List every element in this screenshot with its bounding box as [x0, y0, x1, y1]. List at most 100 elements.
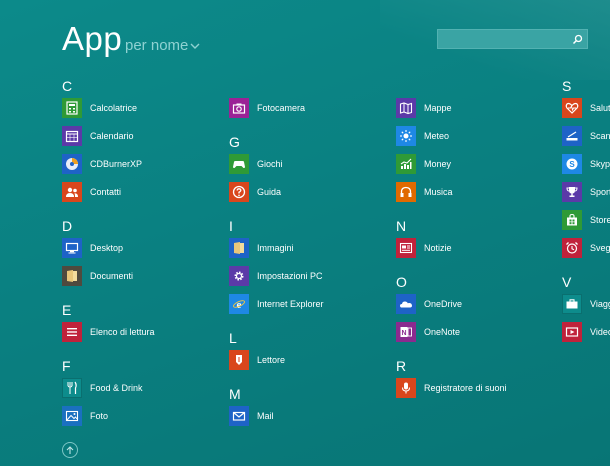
app-label: Svegli	[590, 243, 610, 253]
app-guida[interactable]: Guida	[229, 181, 281, 203]
video-icon	[562, 322, 582, 342]
app-musica[interactable]: Musica	[396, 181, 453, 203]
app-label: Registratore di suoni	[424, 383, 507, 393]
shopping-bag-icon	[562, 210, 582, 230]
app-salute[interactable]: Salute	[562, 97, 610, 119]
alarm-clock-icon	[562, 238, 582, 258]
group-header-v[interactable]: V	[562, 274, 571, 290]
desktop-icon	[62, 238, 82, 258]
gear-icon	[229, 266, 249, 286]
app-food-drink[interactable]: Food & Drink	[62, 377, 143, 399]
app-label: Contatti	[90, 187, 122, 197]
app-label: Food & Drink	[90, 383, 143, 393]
app-label: Elenco di lettura	[90, 327, 155, 337]
app-label: Store	[590, 215, 610, 225]
group-header-r[interactable]: R	[396, 358, 406, 374]
sort-dropdown[interactable]: per nome	[125, 37, 200, 54]
app-label: CDBurnerXP	[90, 159, 143, 169]
help-icon	[229, 182, 249, 202]
group-header-o[interactable]: O	[396, 274, 407, 290]
app-lettore[interactable]: Lettore	[229, 349, 285, 371]
microphone-icon	[396, 378, 416, 398]
app-label: Calcolatrice	[90, 103, 138, 113]
app-label: Video	[590, 327, 610, 337]
suitcase-icon	[562, 294, 582, 314]
app-money[interactable]: Money	[396, 153, 451, 175]
app-label: OneNote	[424, 327, 461, 337]
app-onenote[interactable]: N OneNote	[396, 321, 460, 343]
app-sport[interactable]: Sport	[562, 181, 610, 203]
map-icon	[396, 98, 416, 118]
app-label: Mail	[257, 411, 274, 421]
app-notizie[interactable]: Notizie	[396, 237, 452, 259]
app-skype[interactable]: S Skype	[562, 153, 610, 175]
app-foto[interactable]: Foto	[62, 405, 108, 427]
app-fotocamera[interactable]: Fotocamera	[229, 97, 305, 119]
group-header-l[interactable]: L	[229, 330, 237, 346]
calendar-icon	[62, 126, 82, 146]
calculator-icon	[62, 98, 82, 118]
app-label: Sport	[590, 187, 610, 197]
group-header-e[interactable]: E	[62, 302, 71, 318]
app-video[interactable]: Video	[562, 321, 610, 343]
app-meteo[interactable]: Meteo	[396, 125, 449, 147]
app-label: Fotocamera	[257, 103, 306, 113]
app-scanner[interactable]: Scann	[562, 125, 610, 147]
app-label: Skype	[590, 159, 610, 169]
svg-text:N: N	[401, 330, 406, 337]
group-header-i[interactable]: I	[229, 218, 233, 234]
food-drink-icon	[62, 378, 82, 398]
app-label: OneDrive	[424, 299, 463, 309]
camera-icon	[229, 98, 249, 118]
app-label: Giochi	[257, 159, 283, 169]
sort-label: per nome	[125, 37, 189, 54]
scanner-icon	[562, 126, 582, 146]
app-label: Desktop	[90, 243, 124, 253]
weather-sun-icon	[396, 126, 416, 146]
app-elenco-di-lettura[interactable]: Elenco di lettura	[62, 321, 155, 343]
skype-icon: S	[562, 154, 582, 174]
app-desktop[interactable]: Desktop	[62, 237, 123, 259]
folder-icon	[62, 266, 82, 286]
group-header-g[interactable]: G	[229, 134, 240, 150]
app-cdburnerxp[interactable]: CDBurnerXP	[62, 153, 142, 175]
group-header-m[interactable]: M	[229, 386, 241, 402]
chevron-down-icon	[190, 43, 200, 50]
app-giochi[interactable]: Giochi	[229, 153, 283, 175]
app-mail[interactable]: Mail	[229, 405, 274, 427]
svg-text:S: S	[569, 160, 575, 169]
internet-explorer-icon: e	[229, 294, 249, 314]
scroll-up-button[interactable]	[62, 442, 78, 458]
app-label: Immagini	[257, 243, 294, 253]
app-contatti[interactable]: Contatti	[62, 181, 121, 203]
app-documenti[interactable]: Documenti	[62, 265, 133, 287]
disc-icon	[62, 154, 82, 174]
group-header-s[interactable]: S	[562, 78, 571, 94]
app-store[interactable]: Store	[562, 209, 610, 231]
app-label: Mappe	[424, 103, 452, 113]
app-calendario[interactable]: Calendario	[62, 125, 134, 147]
app-label: Lettore	[257, 355, 286, 365]
app-onedrive[interactable]: OneDrive	[396, 293, 462, 315]
group-header-c[interactable]: C	[62, 78, 72, 94]
app-label: Money	[424, 159, 452, 169]
app-registratore-di-suoni[interactable]: Registratore di suoni	[396, 377, 507, 399]
group-header-f[interactable]: F	[62, 358, 71, 374]
app-mappe[interactable]: Mappe	[396, 97, 452, 119]
app-label: Foto	[90, 411, 109, 421]
app-internet-explorer[interactable]: e Internet Explorer	[229, 293, 324, 315]
group-header-n[interactable]: N	[396, 218, 406, 234]
app-impostazioni-pc[interactable]: Impostazioni PC	[229, 265, 323, 287]
cloud-icon	[396, 294, 416, 314]
app-viaggi[interactable]: Viagg	[562, 293, 610, 315]
mail-icon	[229, 406, 249, 426]
photo-icon	[62, 406, 82, 426]
app-calcolatrice[interactable]: Calcolatrice	[62, 97, 137, 119]
search-input[interactable]	[437, 29, 588, 49]
group-header-d[interactable]: D	[62, 218, 72, 234]
app-sveglie[interactable]: Svegli	[562, 237, 610, 259]
app-label: Impostazioni PC	[257, 271, 323, 281]
search-icon[interactable]	[572, 32, 583, 50]
reader-icon	[229, 350, 249, 370]
app-immagini[interactable]: Immagini	[229, 237, 294, 259]
